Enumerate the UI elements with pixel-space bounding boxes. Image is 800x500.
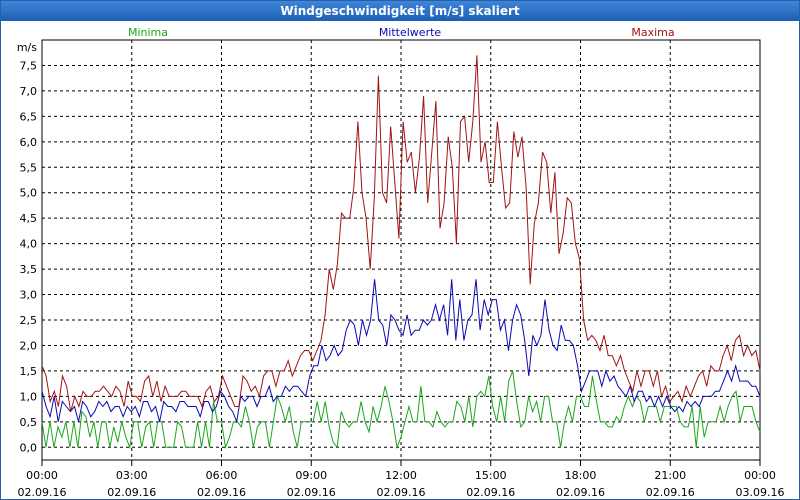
y-tick-label: 2,5 [20, 314, 38, 327]
x-tick-time-label: 12:00 [385, 469, 417, 482]
y-tick-label: 7,0 [20, 85, 38, 98]
y-tick-label: 2,0 [20, 339, 38, 352]
y-tick-label: 3,5 [20, 263, 38, 276]
y-axis-label: m/s [17, 41, 37, 54]
x-tick-time-label: 03:00 [116, 469, 148, 482]
x-tick-date-label: 02.09.16 [377, 486, 426, 499]
x-tick-time-label: 21:00 [654, 469, 686, 482]
y-tick-label: 6,5 [20, 110, 38, 123]
x-tick-time-label: 00:00 [26, 469, 58, 482]
y-tick-label: 1,0 [20, 390, 38, 403]
x-tick-date-label: 02.09.16 [556, 486, 605, 499]
y-tick-label: 7,5 [20, 59, 38, 72]
x-tick-date-label: 03.09.16 [736, 486, 785, 499]
x-tick-date-label: 02.09.16 [646, 486, 695, 499]
y-tick-label: 1,5 [20, 365, 38, 378]
x-tick-date-label: 02.09.16 [18, 486, 67, 499]
x-tick-time-label: 15:00 [475, 469, 507, 482]
legend-mittelwerte: Mittelwerte [379, 26, 442, 39]
y-tick-label: 0,0 [20, 441, 38, 454]
chart-window: Windgeschwindigkeit [m/s] skaliert 0,0 0,… [0, 0, 800, 500]
window-title: Windgeschwindigkeit [m/s] skaliert [1, 1, 799, 21]
wind-speed-chart: 0,0 0,5 1,0 1,5 2,0 2,5 3,0 3,5 4,0 4,5 5,0 5,5 6,0 6… [17, 26, 785, 499]
x-tick-time-label: 18:00 [565, 469, 597, 482]
x-tick-time-label: 09:00 [295, 469, 327, 482]
y-tick-label: 0,5 [20, 416, 38, 429]
x-tick-date-label: 02.09.16 [287, 486, 336, 499]
y-tick-label: 4,5 [20, 212, 38, 225]
x-tick-date-label: 02.09.16 [107, 486, 156, 499]
y-tick-label: 5,0 [20, 187, 38, 200]
y-tick-label: 3,0 [20, 289, 38, 302]
x-tick-time-label: 00:00 [744, 469, 776, 482]
x-tick-time-label: 06:00 [206, 469, 238, 482]
y-tick-label: 4,0 [20, 238, 38, 251]
x-tick-date-label: 02.09.16 [466, 486, 515, 499]
y-tick-label: 6,0 [20, 136, 38, 149]
legend-minima: Minima [128, 26, 168, 39]
y-tick-label: 5,5 [20, 161, 38, 174]
legend-maxima: Maxima [631, 26, 674, 39]
x-tick-date-label: 02.09.16 [197, 486, 246, 499]
